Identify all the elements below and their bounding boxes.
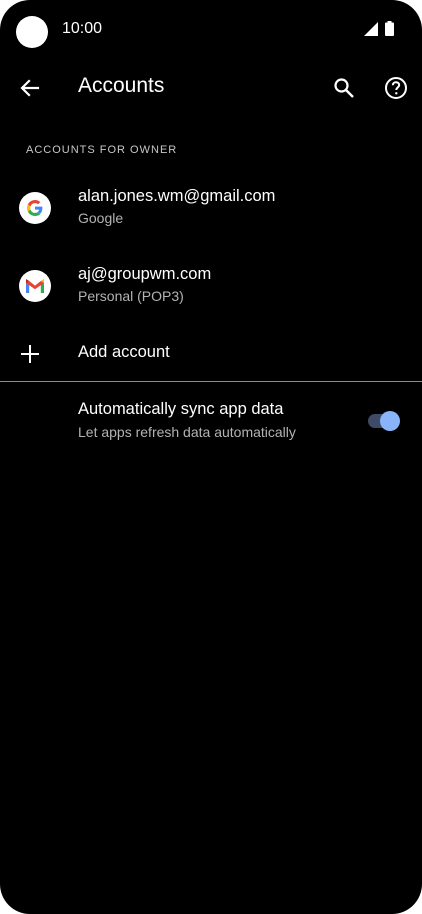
section-header: ACCOUNTS FOR OWNER: [26, 144, 178, 156]
account-type: Personal (POP3): [78, 288, 184, 304]
search-icon: [334, 78, 354, 98]
google-icon: [19, 192, 51, 224]
add-account-label: Add account: [78, 343, 170, 361]
gmail-icon: [19, 270, 51, 302]
page-title: Accounts: [78, 74, 165, 97]
plus-icon: [21, 345, 39, 363]
add-account-button[interactable]: Add account: [0, 332, 422, 376]
back-arrow-icon: [20, 79, 40, 97]
camera-cutout: [16, 16, 48, 48]
phone-screen: 10:00 Accounts ACCOUNTS FOR OWNER alan.j…: [0, 0, 422, 914]
divider: [0, 381, 422, 382]
account-item-pop3[interactable]: aj@groupwm.com Personal (POP3): [0, 254, 422, 318]
auto-sync-subtitle: Let apps refresh data automatically: [78, 424, 296, 440]
app-bar: Accounts: [0, 60, 422, 116]
account-item-google[interactable]: alan.jones.wm@gmail.com Google: [0, 176, 422, 240]
help-icon: [385, 77, 407, 99]
account-type: Google: [78, 210, 124, 226]
battery-icon: [385, 21, 394, 36]
toggle-thumb: [380, 411, 400, 431]
search-button[interactable]: [328, 72, 360, 104]
auto-sync-title: Automatically sync app data: [78, 400, 284, 418]
back-button[interactable]: [14, 72, 46, 104]
auto-sync-toggle[interactable]: [366, 411, 402, 431]
auto-sync-item[interactable]: Automatically sync app data Let apps ref…: [0, 390, 422, 450]
account-email: aj@groupwm.com: [78, 265, 212, 283]
help-button[interactable]: [380, 72, 412, 104]
status-time: 10:00: [62, 20, 103, 37]
account-email: alan.jones.wm@gmail.com: [78, 187, 276, 205]
signal-icon: [364, 22, 378, 36]
status-bar: 10:00: [0, 0, 422, 60]
